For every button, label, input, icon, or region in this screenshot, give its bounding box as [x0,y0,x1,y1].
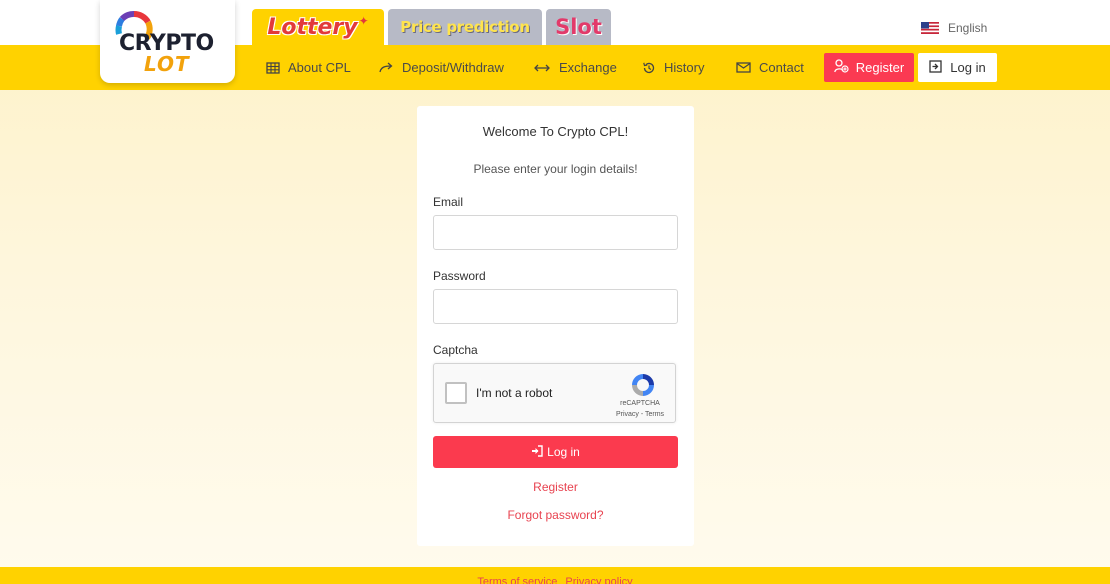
nav-deposit-withdraw-label: Deposit/Withdraw [402,60,504,75]
recaptcha-brand: reCAPTCHA [620,400,660,407]
login-submit-label: Log in [547,445,580,459]
captcha-label: Captcha [433,343,478,357]
tab-price-prediction-label: Price prediction [400,18,530,36]
forgot-password-link[interactable]: Forgot password? [417,508,694,522]
arrow-redo-icon [379,62,394,74]
register-link[interactable]: Register [417,480,694,494]
recaptcha-privacy-terms[interactable]: Privacy - Terms [606,411,674,418]
nav-about-cpl-label: About CPL [288,60,351,75]
logo-text-lot: LOT [144,52,190,76]
footer: Terms of service Privacy policy [0,567,1110,584]
email-field[interactable] [433,215,678,250]
privacy-link[interactable]: Privacy policy [565,576,632,584]
login-nav-button[interactable]: Log in [918,53,997,82]
login-card: Welcome To Crypto CPL! Please enter your… [417,106,694,546]
user-add-icon [833,59,849,76]
register-button-label: Register [855,60,905,75]
us-flag-icon [921,22,939,34]
sparkle-icon: ✦ [358,14,369,28]
nav-about-cpl[interactable]: About CPL [266,45,351,90]
recaptcha-icon [632,374,654,396]
mail-icon [736,62,751,73]
building-icon [266,61,280,74]
tab-lottery-label: Lottery [267,14,358,40]
email-label: Email [433,195,464,209]
terms-link[interactable]: Terms of service [477,576,557,584]
recaptcha-text: I'm not a robot [476,386,553,400]
login-submit-button[interactable]: Log in [433,436,678,468]
recaptcha-widget: I'm not a robot reCAPTCHA Privacy - Term… [433,363,676,423]
nav-exchange[interactable]: Exchange [533,45,617,90]
language-selector[interactable]: English [921,21,987,35]
login-subtitle: Please enter your login details! [473,162,638,176]
tab-slot[interactable]: Slot [546,9,611,45]
sign-in-icon [531,444,543,460]
language-label: English [948,21,988,35]
nav-contact[interactable]: Contact [736,45,804,90]
nav-contact-label: Contact [759,60,804,75]
nav-history-label: History [664,60,705,75]
nav-exchange-label: Exchange [559,60,617,75]
password-field[interactable] [433,289,678,324]
nav-history[interactable]: History [642,45,704,90]
tab-slot-label: Slot [555,15,602,39]
site-logo[interactable]: CRYPTO LOT [100,0,235,83]
nav-deposit-withdraw[interactable]: Deposit/Withdraw [379,45,504,90]
login-enter-icon [929,59,942,76]
history-icon [642,61,656,75]
tab-price-prediction[interactable]: Price prediction [388,9,542,45]
arrows-horizontal-icon [533,62,551,74]
register-button[interactable]: Register [824,53,914,82]
recaptcha-checkbox[interactable] [445,382,467,404]
tab-lottery[interactable]: Lottery ✦ [252,9,384,45]
login-nav-button-label: Log in [950,60,986,75]
welcome-heading: Welcome To Crypto CPL! [482,124,629,139]
password-label: Password [433,269,486,283]
